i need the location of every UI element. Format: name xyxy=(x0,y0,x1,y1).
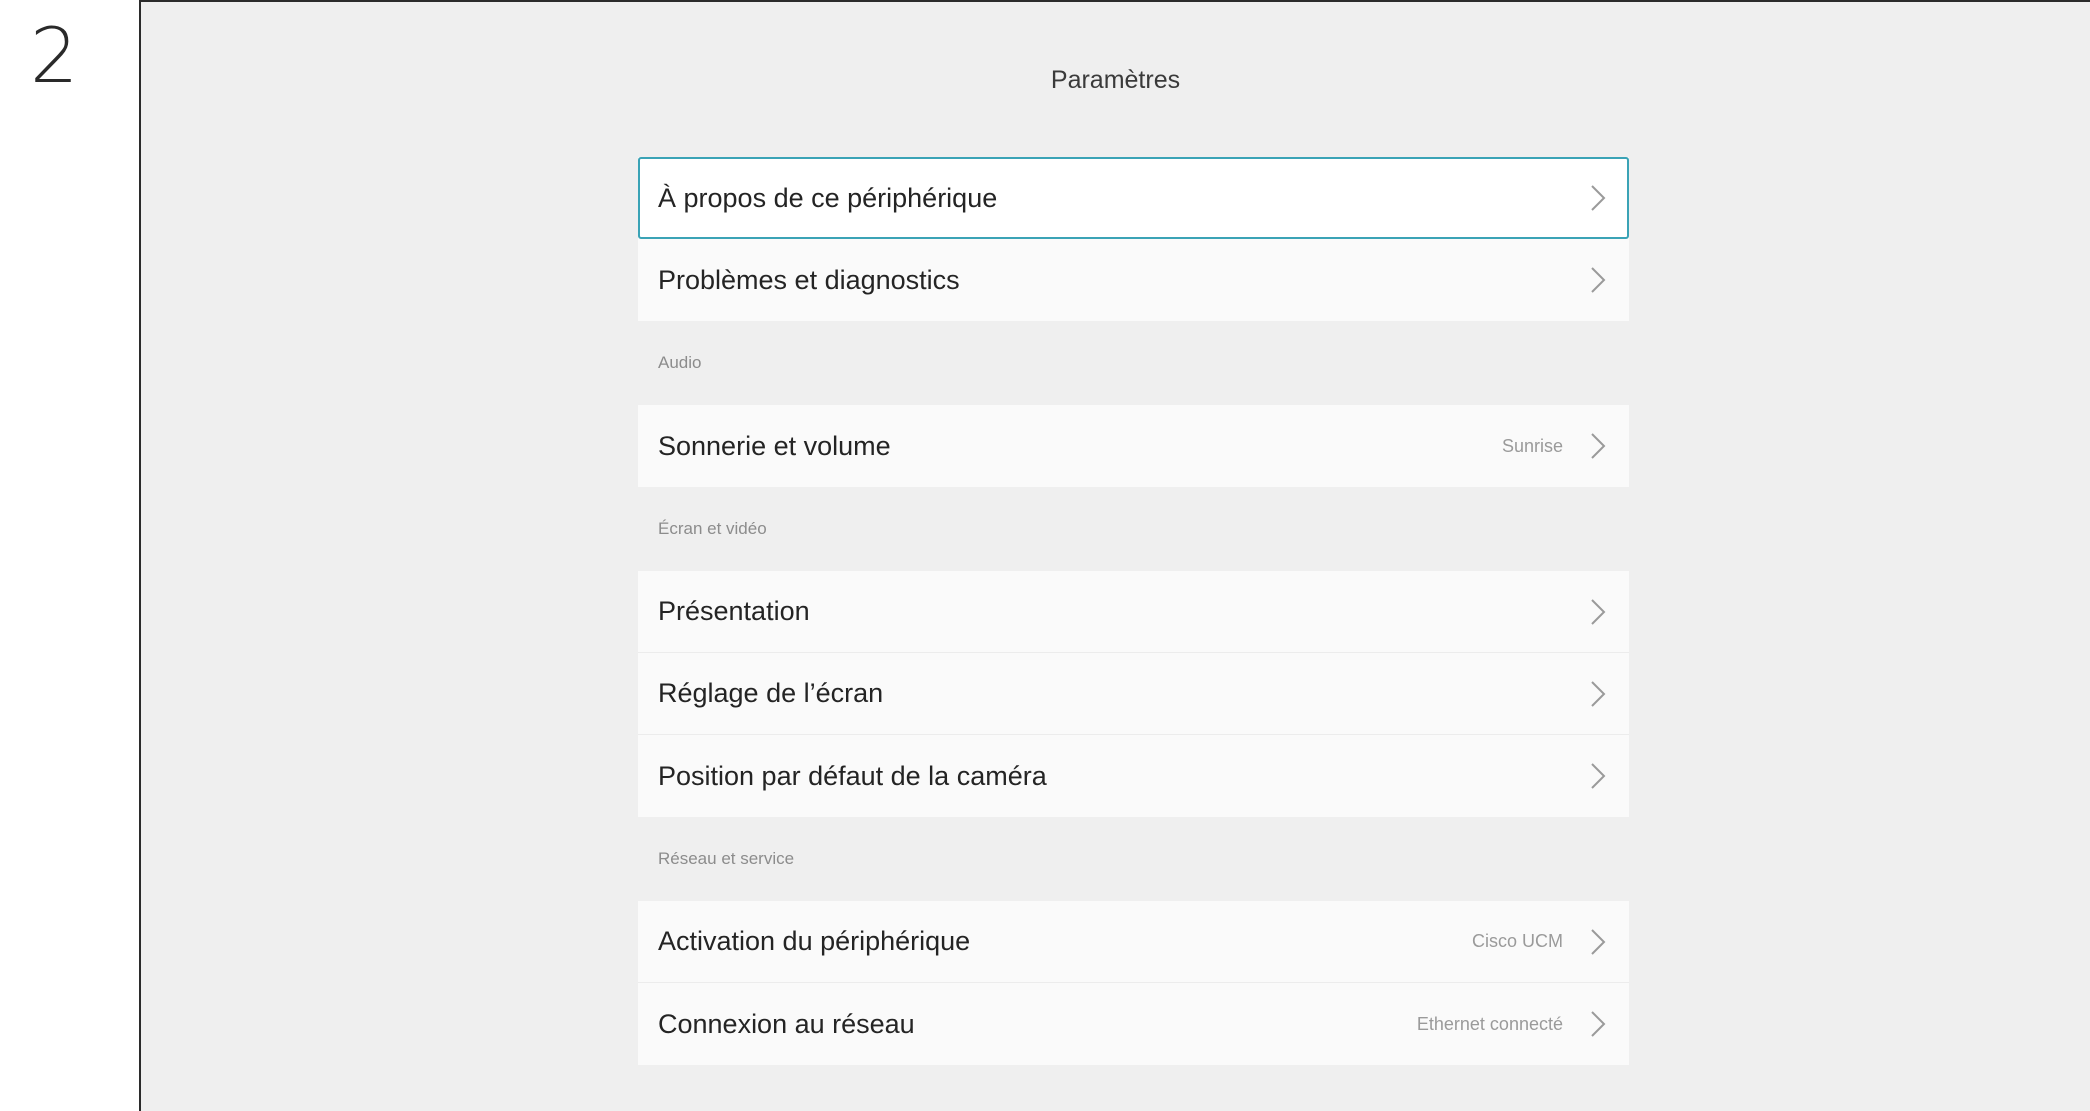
chevron-right-icon xyxy=(1591,185,1606,211)
settings-item-network-connection[interactable]: Connexion au réseau Ethernet connecté xyxy=(638,983,1629,1065)
settings-item-label: Présentation xyxy=(658,596,810,626)
chevron-right-icon xyxy=(1591,680,1606,707)
settings-item-label: Connexion au réseau xyxy=(658,1008,915,1039)
settings-group-network-service: Activation du périphérique Cisco UCM Con… xyxy=(638,901,1629,1065)
chevron-right-icon xyxy=(1591,763,1606,789)
settings-item-label: Sonnerie et volume xyxy=(658,430,891,461)
settings-item-ringtone-volume[interactable]: Sonnerie et volume Sunrise xyxy=(638,405,1629,487)
settings-item-issues-diagnostics[interactable]: Problèmes et diagnostics xyxy=(638,239,1629,321)
settings-item-camera-default-position[interactable]: Position par défaut de la caméra xyxy=(638,735,1629,817)
settings-screen: Paramètres À propos de ce périphérique P… xyxy=(139,0,2090,1111)
chevron-right-icon xyxy=(1591,928,1606,955)
settings-item-label: À propos de ce périphérique xyxy=(658,182,998,213)
section-header-audio: Audio xyxy=(658,353,702,372)
settings-group-screen-video: Présentation Réglage de l’écran Position… xyxy=(638,571,1629,817)
settings-item-label: Activation du périphérique xyxy=(658,926,971,956)
settings-item-value: Cisco UCM xyxy=(1471,931,1563,951)
settings-item-label: Problèmes et diagnostics xyxy=(658,264,960,295)
settings-item-value: Ethernet connecté xyxy=(1416,1013,1563,1034)
chevron-right-icon xyxy=(1591,433,1606,459)
settings-list: À propos de ce périphérique Problèmes et… xyxy=(638,157,1629,1065)
page-title: Paramètres xyxy=(1050,66,1181,94)
chevron-right-icon xyxy=(1591,267,1606,293)
settings-item-value: Sunrise xyxy=(1501,435,1563,456)
settings-item-presentation[interactable]: Présentation xyxy=(638,571,1629,653)
chevron-right-icon xyxy=(1591,1011,1606,1037)
settings-item-label: Réglage de l’écran xyxy=(658,678,884,708)
settings-item-label: Position par défaut de la caméra xyxy=(658,760,1047,791)
settings-item-screen-adjustment[interactable]: Réglage de l’écran xyxy=(638,653,1629,735)
step-number: 2 xyxy=(30,11,79,100)
settings-group-general: À propos de ce périphérique Problèmes et… xyxy=(638,157,1629,321)
section-header-screen-video: Écran et vidéo xyxy=(658,519,767,538)
settings-item-about-device[interactable]: À propos de ce périphérique xyxy=(638,157,1629,239)
settings-item-device-activation[interactable]: Activation du périphérique Cisco UCM xyxy=(638,901,1629,983)
settings-group-audio: Sonnerie et volume Sunrise xyxy=(638,405,1629,487)
section-header-network-service: Réseau et service xyxy=(658,849,795,868)
chevron-right-icon xyxy=(1591,598,1606,625)
